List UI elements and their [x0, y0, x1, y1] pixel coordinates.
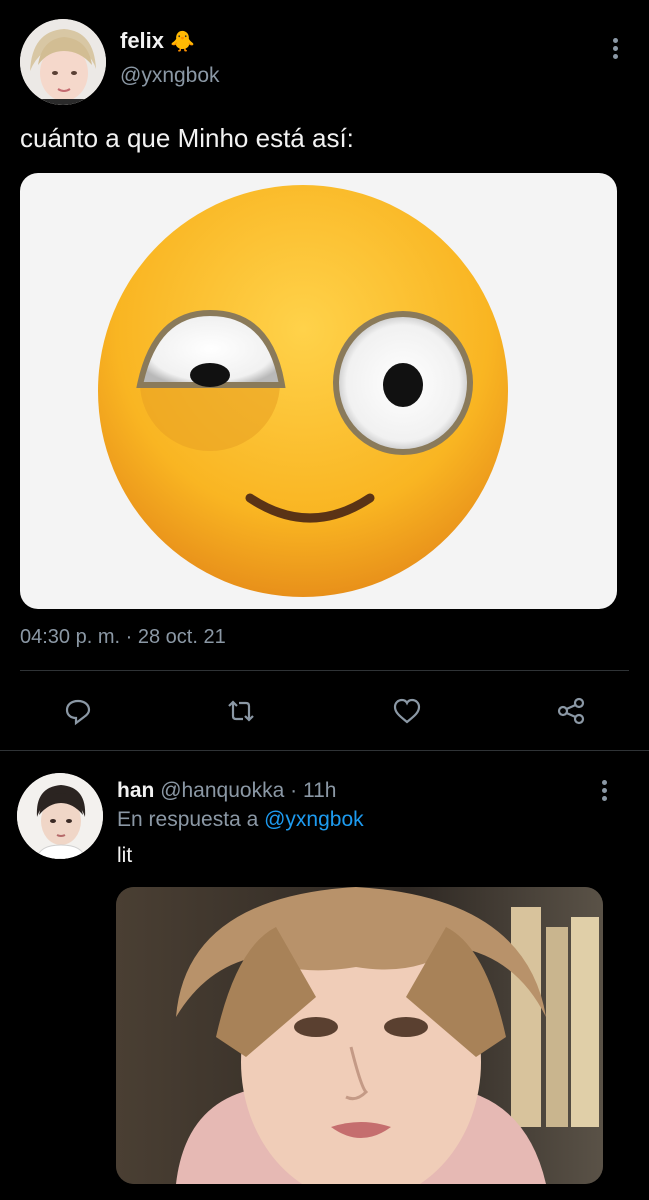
reply-author-avatar[interactable]	[17, 773, 103, 859]
share-button[interactable]	[551, 691, 591, 731]
in-reply-handle[interactable]: @yxngbok	[264, 808, 364, 831]
more-options-icon[interactable]	[607, 36, 623, 62]
in-reply-prefix: En respuesta a	[117, 808, 259, 831]
tweet-text: cuánto a que Minho está así:	[20, 123, 354, 153]
author-handle[interactable]: @yxngbok	[120, 64, 220, 88]
reply-more-options-icon[interactable]	[596, 778, 612, 804]
reply-media-image[interactable]	[116, 887, 603, 1184]
reply-header: han @hanquokka · 11h	[117, 779, 336, 803]
tweet-date: 28 oct. 21	[137, 626, 226, 648]
reply-author-name[interactable]: han	[117, 779, 154, 802]
reply-age[interactable]: 11h	[303, 779, 336, 802]
like-button[interactable]	[387, 691, 427, 731]
retweet-button[interactable]	[221, 691, 261, 731]
chick-emoji-icon: 🐥	[170, 31, 196, 53]
person-photo	[116, 887, 603, 1184]
divider	[0, 750, 649, 751]
retweet-icon	[228, 700, 254, 722]
tweet-timestamp[interactable]: 04:30 p. m. · 28 oct. 21	[20, 626, 226, 649]
meta-separator: ·	[125, 626, 133, 648]
tweet-time: 04:30 p. m.	[20, 626, 121, 648]
in-reply-to: En respuesta a @yxngbok	[117, 808, 364, 832]
author-name[interactable]: felix 🐥	[120, 28, 195, 54]
author-name-text: felix	[120, 28, 165, 53]
like-icon	[393, 698, 421, 724]
reply-author-handle[interactable]: @hanquokka	[160, 779, 284, 802]
divider	[20, 670, 629, 671]
share-icon	[557, 697, 585, 725]
flushed-emoji-image	[98, 185, 508, 597]
reply-button[interactable]	[58, 691, 98, 731]
reply-separator: ·	[290, 779, 298, 802]
author-avatar[interactable]	[20, 19, 106, 105]
reply-text: lit	[117, 844, 133, 867]
reply-icon	[65, 699, 91, 726]
tweet-media-image[interactable]	[20, 173, 617, 609]
